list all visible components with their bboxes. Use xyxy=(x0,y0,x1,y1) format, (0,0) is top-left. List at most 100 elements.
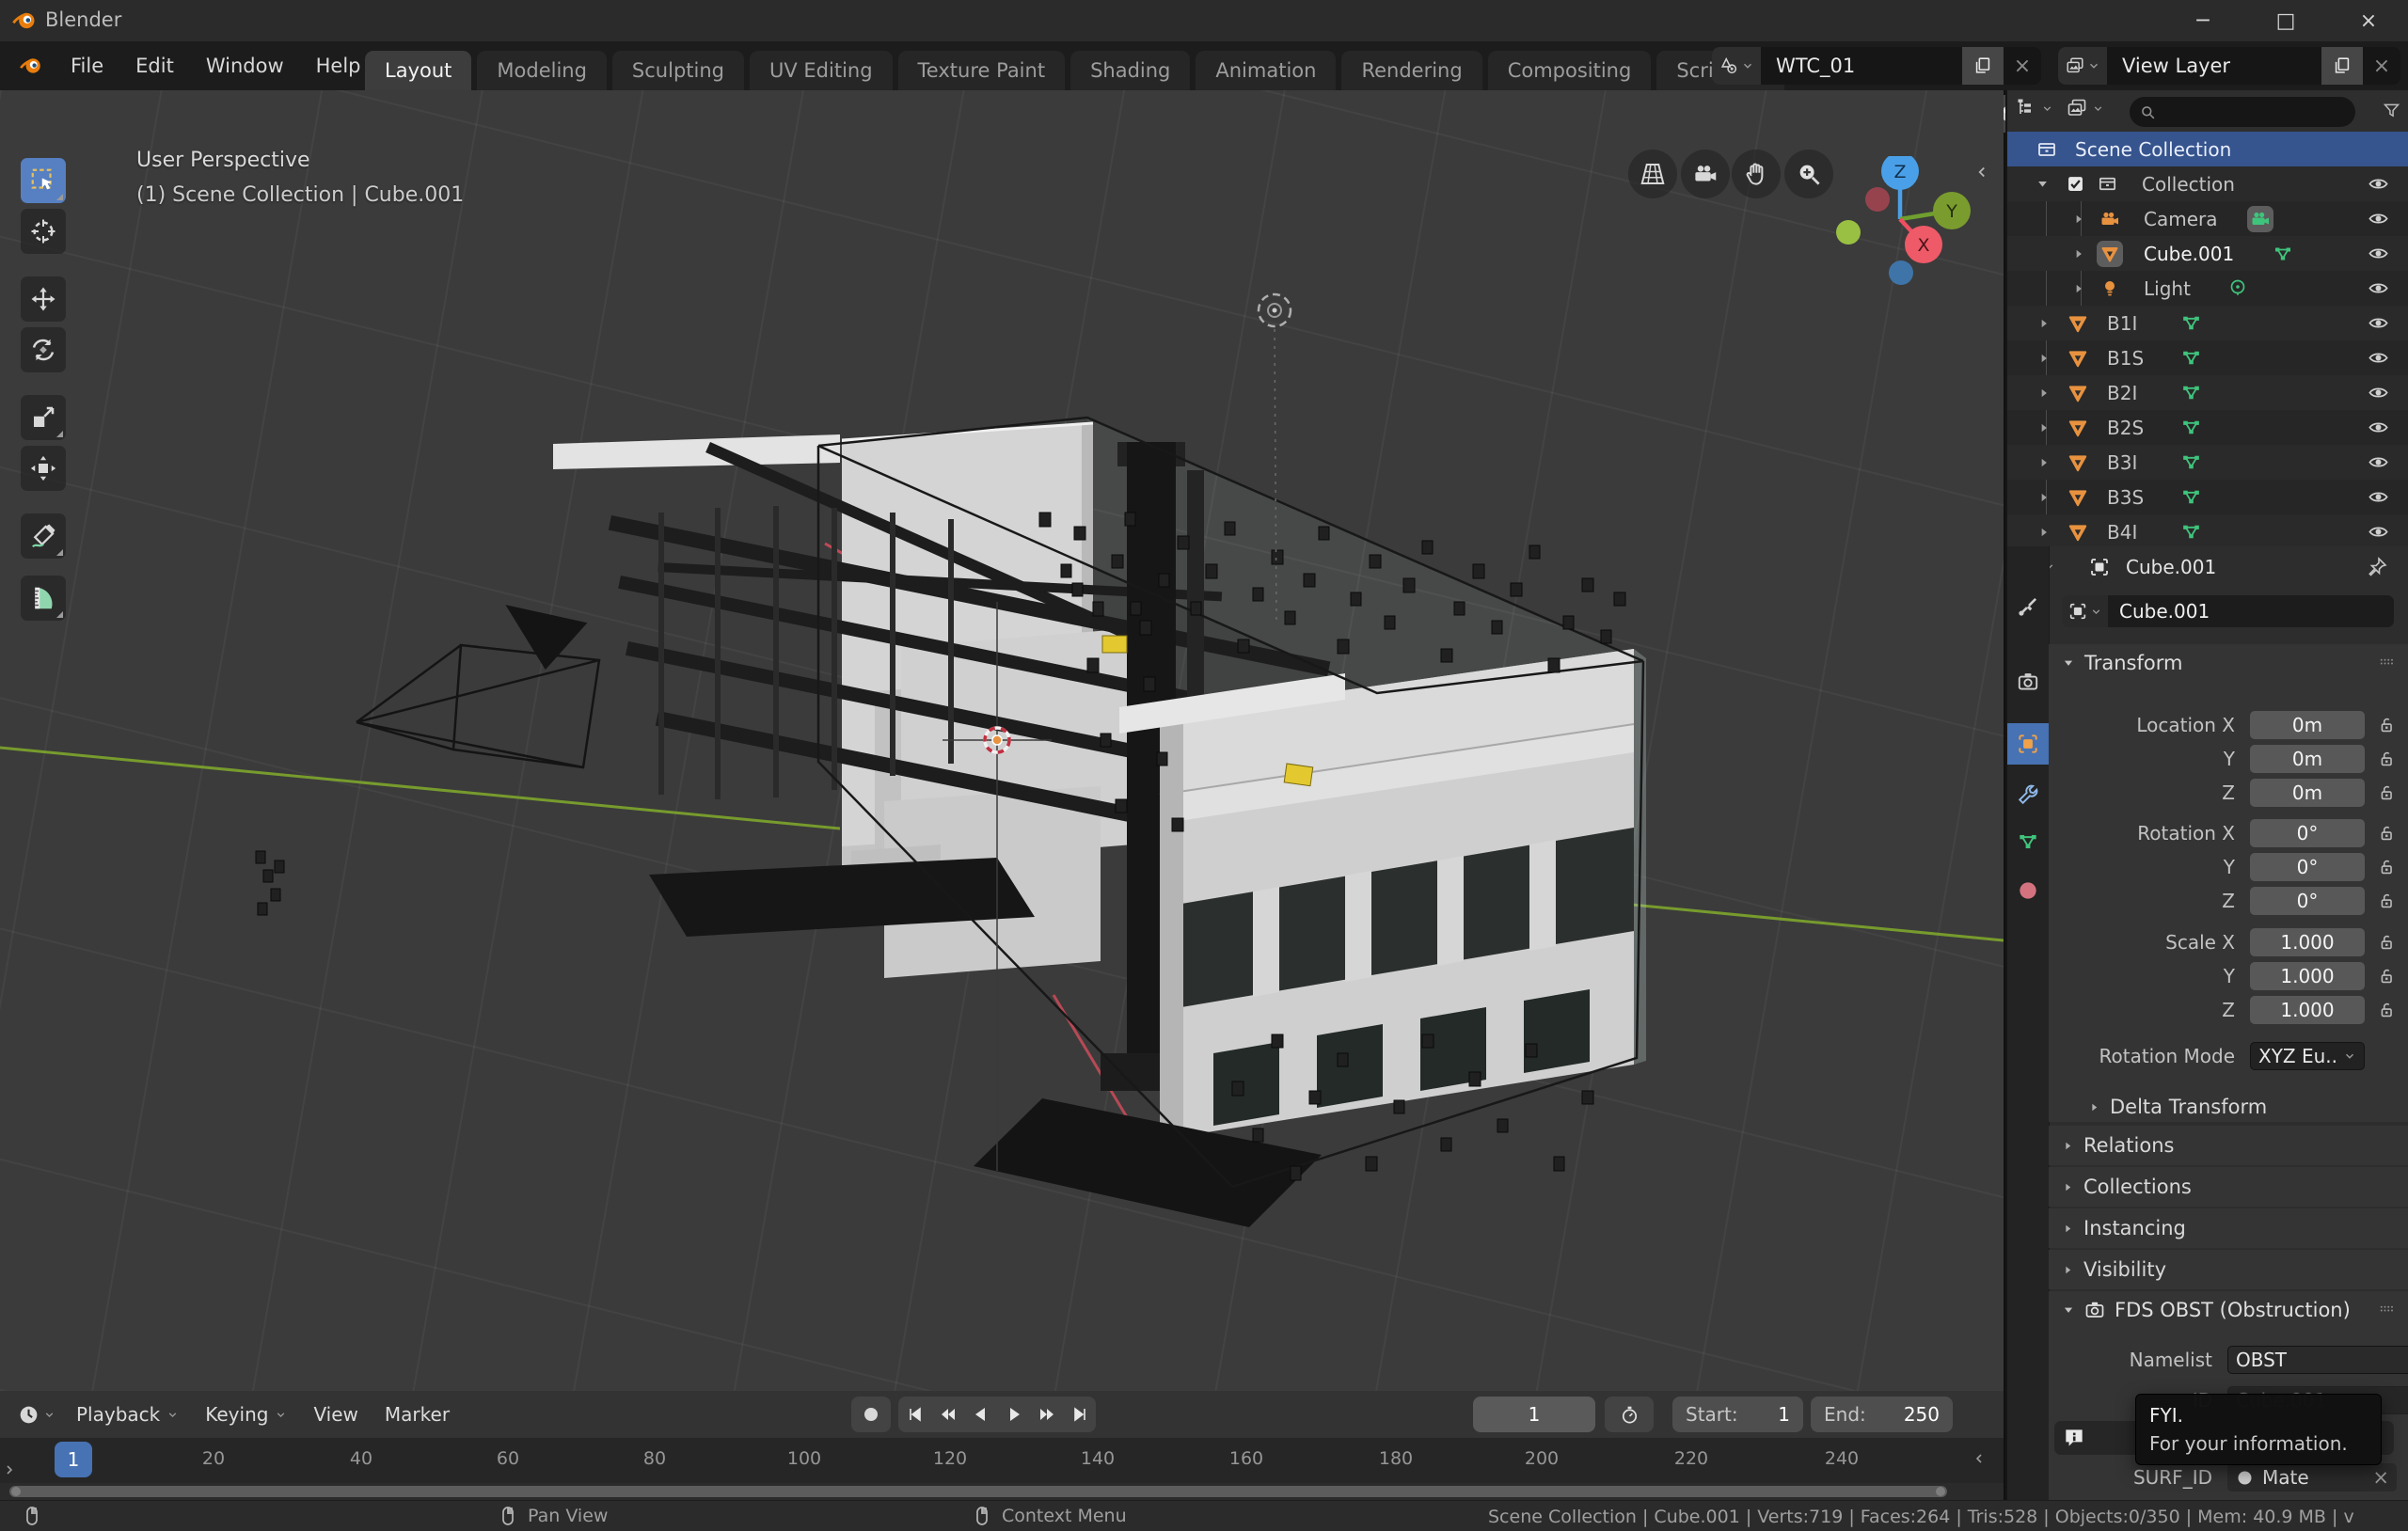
timeline-collapse-icon[interactable] xyxy=(1972,1451,1987,1466)
view-layer-new-button[interactable] xyxy=(2321,47,2363,85)
menu-window[interactable]: Window xyxy=(190,41,300,90)
tab-compositing[interactable]: Compositing xyxy=(1488,51,1652,90)
transform-panel-header[interactable]: Transform xyxy=(2062,652,2182,674)
outliner-row-collection[interactable]: Collection xyxy=(2007,166,2408,201)
namelist-dropdown[interactable]: OBST xyxy=(2227,1346,2408,1374)
outliner-row-b3i[interactable]: B3I xyxy=(2007,445,2408,480)
menu-marker[interactable]: Marker xyxy=(372,1396,463,1433)
lock-icon[interactable] xyxy=(2376,891,2397,911)
play-button[interactable] xyxy=(997,1397,1030,1432)
tool-move[interactable] xyxy=(21,276,66,322)
tab-sculpting[interactable]: Sculpting xyxy=(612,51,744,90)
outliner-row-b2s[interactable]: B2S xyxy=(2007,410,2408,445)
surf-material-selector[interactable]: Mate × xyxy=(2227,1463,2397,1492)
tool-measure[interactable] xyxy=(21,576,66,621)
axis-gizmo[interactable]: Z Y X xyxy=(1830,156,1980,307)
menu-playback[interactable]: Playback xyxy=(63,1396,192,1433)
rotation-z-field[interactable]: 0° xyxy=(2250,887,2365,915)
eye-icon[interactable] xyxy=(2368,243,2389,264)
surf-clear-button[interactable]: × xyxy=(2372,1466,2389,1489)
pan-view-button[interactable] xyxy=(1732,150,1781,198)
eye-icon[interactable] xyxy=(2368,208,2389,229)
menu-view[interactable]: View xyxy=(300,1396,371,1433)
outliner-row-b3s[interactable]: B3S xyxy=(2007,480,2408,514)
blender-menu-icon[interactable] xyxy=(8,54,55,78)
eye-icon[interactable] xyxy=(2368,347,2389,369)
lock-icon[interactable] xyxy=(2376,715,2397,735)
next-keyframe-button[interactable] xyxy=(1030,1397,1063,1432)
timeline-expand-icon[interactable] xyxy=(2,1462,17,1477)
lock-icon[interactable] xyxy=(2376,749,2397,769)
tab-layout[interactable]: Layout xyxy=(365,51,471,90)
scale-z-field[interactable]: 1.000 xyxy=(2250,996,2365,1024)
lock-icon[interactable] xyxy=(2376,966,2397,986)
viewport-canvas[interactable]: User Perspective (1) Scene Collection | … xyxy=(0,90,2004,1391)
current-frame-badge[interactable]: 1 xyxy=(55,1442,92,1477)
pin-icon[interactable] xyxy=(2366,556,2388,578)
section-visibility[interactable]: Visibility xyxy=(2049,1250,2408,1289)
eye-icon[interactable] xyxy=(2368,382,2389,403)
delta-transform-header[interactable]: Delta Transform xyxy=(2088,1096,2267,1118)
outliner-search-input[interactable] xyxy=(2130,97,2355,127)
record-button[interactable] xyxy=(851,1397,891,1432)
toggle-perspective-button[interactable] xyxy=(1628,150,1677,198)
camera-view-button[interactable] xyxy=(1681,150,1730,198)
play-reverse-button[interactable] xyxy=(964,1397,997,1432)
scale-x-field[interactable]: 1.000 xyxy=(2250,928,2365,956)
scene-name-field[interactable]: WTC_01 xyxy=(1761,55,1962,77)
sidebar-collapse-icon[interactable] xyxy=(1973,164,1990,181)
maximize-button[interactable]: □ xyxy=(2259,0,2312,41)
outliner-row-b1i[interactable]: B1I xyxy=(2007,306,2408,340)
object-name-input[interactable]: Cube.001 xyxy=(2108,595,2394,627)
lock-icon[interactable] xyxy=(2376,857,2397,877)
tool-cursor[interactable] xyxy=(21,209,66,254)
tool-select-box[interactable] xyxy=(21,158,66,203)
zoom-view-button[interactable] xyxy=(1784,150,1833,198)
scene-browse-button[interactable] xyxy=(1712,47,1761,85)
tab-texture-paint[interactable]: Texture Paint xyxy=(898,51,1066,90)
tool-scale[interactable] xyxy=(21,395,66,440)
section-collections[interactable]: Collections xyxy=(2049,1167,2408,1207)
outliner-row-light[interactable]: Light xyxy=(2007,271,2408,306)
outliner-editor-type-button[interactable] xyxy=(2015,97,2053,119)
eye-icon[interactable] xyxy=(2368,417,2389,438)
scale-y-field[interactable]: 1.000 xyxy=(2250,962,2365,990)
object-id-browse-button[interactable] xyxy=(2062,595,2108,627)
timeline-editor-type-button[interactable] xyxy=(9,1403,63,1427)
rotation-mode-dropdown[interactable]: XYZ Eu.. xyxy=(2250,1042,2365,1070)
tab-object-data[interactable] xyxy=(2007,821,2049,862)
lock-icon[interactable] xyxy=(2376,782,2397,803)
outliner-row-b1s[interactable]: B1S xyxy=(2007,340,2408,375)
end-frame-field[interactable]: End:250 xyxy=(1811,1397,1953,1432)
jump-end-button[interactable] xyxy=(1063,1397,1096,1432)
tool-transform[interactable] xyxy=(21,446,66,491)
tab-rendering[interactable]: Rendering xyxy=(1341,51,1481,90)
outliner-row-b4i[interactable]: B4I xyxy=(2007,514,2408,546)
tool-annotate[interactable] xyxy=(21,513,66,559)
rotation-y-field[interactable]: 0° xyxy=(2250,853,2365,881)
eye-icon[interactable] xyxy=(2368,451,2389,473)
tool-rotate[interactable] xyxy=(21,327,66,372)
start-frame-field[interactable]: Start:1 xyxy=(1672,1397,1803,1432)
scene-new-button[interactable] xyxy=(1962,47,2004,85)
eye-icon[interactable] xyxy=(2368,486,2389,508)
location-x-field[interactable]: 0m xyxy=(2250,711,2365,739)
outliner-row-b2i[interactable]: B2I xyxy=(2007,375,2408,410)
tab-shading[interactable]: Shading xyxy=(1070,51,1190,90)
view-layer-name-field[interactable]: View Layer xyxy=(2107,55,2321,77)
tab-material[interactable] xyxy=(2007,870,2049,911)
minimize-button[interactable]: ─ xyxy=(2177,0,2229,41)
outliner-row-cube-001[interactable]: Cube.001 xyxy=(2007,236,2408,271)
outliner-display-mode-button[interactable] xyxy=(2066,97,2104,119)
outliner-row-scene-collection[interactable]: Scene Collection xyxy=(2007,132,2408,166)
view-layer-browse-button[interactable] xyxy=(2058,47,2107,85)
tab-tool[interactable] xyxy=(2007,586,2049,627)
scene-unlink-button[interactable]: × xyxy=(2004,47,2041,85)
jump-start-button[interactable] xyxy=(898,1397,931,1432)
eye-icon[interactable] xyxy=(2368,173,2389,195)
eye-icon[interactable] xyxy=(2368,312,2389,334)
tab-modifiers[interactable] xyxy=(2007,774,2049,815)
tab-modeling[interactable]: Modeling xyxy=(477,51,607,90)
outliner-row-camera[interactable]: Camera xyxy=(2007,201,2408,236)
eye-icon[interactable] xyxy=(2368,521,2389,543)
